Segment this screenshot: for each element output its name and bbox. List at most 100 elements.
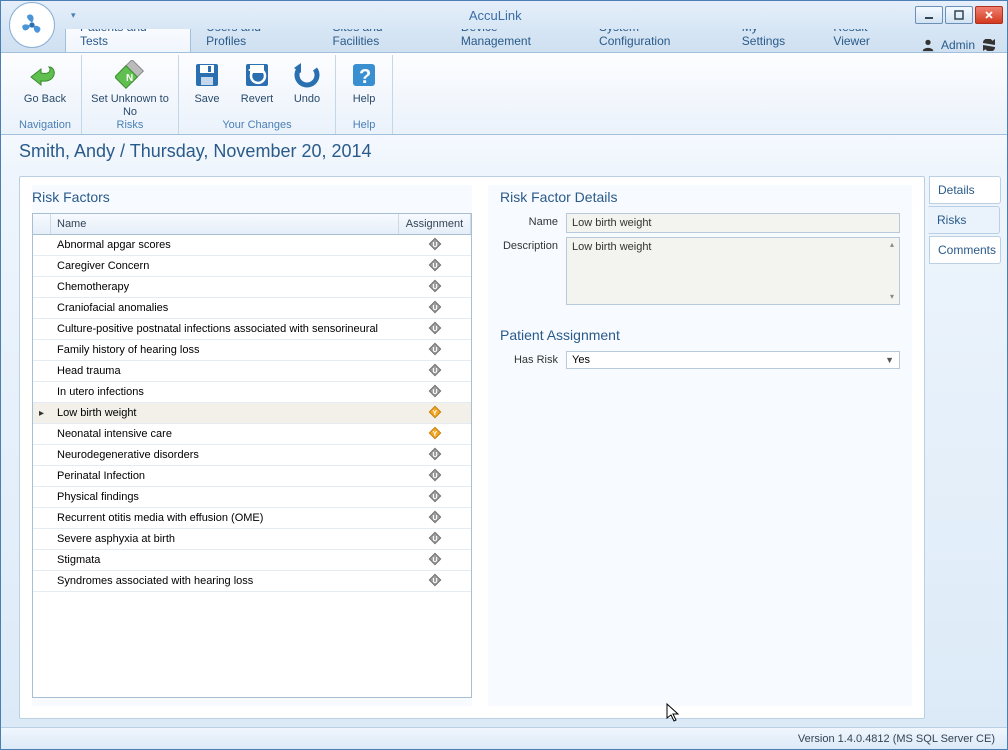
risk-name: In utero infections xyxy=(51,384,399,400)
risk-name: Syndromes associated with hearing loss xyxy=(51,573,399,589)
row-marker xyxy=(33,348,51,352)
maximize-icon xyxy=(954,10,964,20)
row-marker xyxy=(33,306,51,310)
has-risk-select[interactable]: Yes ▼ xyxy=(566,351,900,369)
table-row[interactable]: Physical findingsU xyxy=(33,487,471,508)
table-row[interactable]: ▸Low birth weightY xyxy=(33,403,471,424)
svg-text:U: U xyxy=(433,326,438,333)
assignment-icon: U xyxy=(427,551,443,567)
app-logo[interactable] xyxy=(9,2,55,48)
assignment-icon: Y xyxy=(427,425,443,441)
save-icon xyxy=(191,59,223,91)
risk-name: Severe asphyxia at birth xyxy=(51,531,399,547)
save-button[interactable]: Save xyxy=(187,59,227,106)
scroll-up-icon[interactable]: ▴ xyxy=(887,240,897,250)
assignment-cell[interactable]: U xyxy=(399,339,471,362)
table-row[interactable]: Head trauma U xyxy=(33,361,471,382)
risk-name: Chemotherapy xyxy=(51,279,399,295)
table-row[interactable]: Severe asphyxia at birthU xyxy=(33,529,471,550)
description-label: Description xyxy=(500,237,566,252)
assignment-icon: U xyxy=(427,446,443,462)
svg-text:N: N xyxy=(126,73,133,84)
minimize-button[interactable] xyxy=(915,6,943,24)
scroll-down-icon[interactable]: ▾ xyxy=(887,292,897,302)
maximize-button[interactable] xyxy=(945,6,973,24)
assignment-cell[interactable]: U xyxy=(399,507,471,530)
table-row[interactable]: Culture-positive postnatal infections as… xyxy=(33,319,471,340)
side-tab-risks[interactable]: Risks xyxy=(928,206,1000,234)
table-row[interactable]: Caregiver ConcernU xyxy=(33,256,471,277)
table-row[interactable]: Family history of hearing loss U xyxy=(33,340,471,361)
assignment-cell[interactable]: U xyxy=(399,465,471,488)
assignment-cell[interactable]: U xyxy=(399,318,471,341)
table-row[interactable]: Recurrent otitis media with effusion (OM… xyxy=(33,508,471,529)
risk-name: Recurrent otitis media with effusion (OM… xyxy=(51,510,399,526)
assignment-icon: U xyxy=(427,362,443,378)
description-field[interactable]: Low birth weight ▴ ▾ xyxy=(566,237,900,305)
side-tab-comments[interactable]: Comments xyxy=(929,236,1001,264)
undo-button[interactable]: Undo xyxy=(287,59,327,106)
col-marker[interactable] xyxy=(33,214,51,234)
assignment-cell[interactable]: U xyxy=(399,234,471,257)
assignment-icon: U xyxy=(427,341,443,357)
table-row[interactable]: Neurodegenerative disordersU xyxy=(33,445,471,466)
assignment-icon: U xyxy=(427,299,443,315)
assignment-icon: U xyxy=(427,467,443,483)
assignment-cell[interactable]: U xyxy=(399,276,471,299)
assignment-cell[interactable]: U xyxy=(399,444,471,467)
assignment-cell[interactable]: U xyxy=(399,297,471,320)
table-row[interactable]: Craniofacial anomaliesU xyxy=(33,298,471,319)
row-marker xyxy=(33,558,51,562)
risk-name: Head trauma xyxy=(51,363,399,379)
assignment-cell[interactable]: U xyxy=(399,549,471,572)
assignment-cell[interactable]: Y xyxy=(399,423,471,446)
row-marker xyxy=(33,243,51,247)
version-label: Version 1.4.0.4812 (MS SQL Server CE) xyxy=(798,733,995,745)
assignment-cell[interactable]: U xyxy=(399,381,471,404)
row-marker xyxy=(33,390,51,394)
row-marker xyxy=(33,285,51,289)
svg-text:U: U xyxy=(433,473,438,480)
table-row[interactable]: In utero infectionsU xyxy=(33,382,471,403)
set-unknown-to-no-button[interactable]: N Set Unknown to No xyxy=(90,59,170,118)
risk-factor-details-panel: Risk Factor Details Name Low birth weigh… xyxy=(488,185,912,706)
table-row[interactable]: Abnormal apgar scoresU xyxy=(33,235,471,256)
risk-factors-grid[interactable]: Name Assignment Abnormal apgar scoresUCa… xyxy=(32,213,472,698)
help-button[interactable]: ? Help xyxy=(344,59,384,106)
table-row[interactable]: StigmataU xyxy=(33,550,471,571)
col-name[interactable]: Name xyxy=(51,214,399,234)
side-tab-details[interactable]: Details xyxy=(929,176,1001,204)
svg-text:U: U xyxy=(433,263,438,270)
chevron-down-icon: ▼ xyxy=(885,355,894,365)
refresh-icon[interactable] xyxy=(981,39,997,51)
svg-text:Y: Y xyxy=(433,410,438,417)
details-title: Risk Factor Details xyxy=(500,185,900,213)
row-marker xyxy=(33,453,51,457)
assignment-cell[interactable]: Y xyxy=(399,402,471,425)
assignment-cell[interactable]: U xyxy=(399,528,471,551)
close-button[interactable] xyxy=(975,6,1003,24)
row-marker xyxy=(33,537,51,541)
grid-header: Name Assignment xyxy=(33,214,471,235)
assignment-cell[interactable]: U xyxy=(399,570,471,593)
risk-name: Family history of hearing loss xyxy=(51,342,399,358)
has-risk-label: Has Risk xyxy=(500,351,566,366)
assignment-cell[interactable]: U xyxy=(399,486,471,509)
assignment-cell[interactable]: U xyxy=(399,360,471,383)
revert-button[interactable]: Revert xyxy=(235,59,279,106)
assignment-icon: Y xyxy=(427,404,443,420)
user-label[interactable]: Admin xyxy=(941,38,975,52)
fan-icon xyxy=(18,11,46,39)
assignment-icon: U xyxy=(427,572,443,588)
table-row[interactable]: Neonatal intensive careY xyxy=(33,424,471,445)
assignment-cell[interactable]: U xyxy=(399,255,471,278)
col-assignment[interactable]: Assignment xyxy=(399,214,471,234)
table-row[interactable]: ChemotherapyU xyxy=(33,277,471,298)
name-field[interactable]: Low birth weight xyxy=(566,213,900,233)
help-icon: ? xyxy=(348,59,380,91)
svg-text:U: U xyxy=(433,515,438,522)
go-back-button[interactable]: Go Back xyxy=(17,59,73,106)
table-row[interactable]: Syndromes associated with hearing loss U xyxy=(33,571,471,592)
table-row[interactable]: Perinatal InfectionU xyxy=(33,466,471,487)
svg-text:?: ? xyxy=(359,66,371,88)
